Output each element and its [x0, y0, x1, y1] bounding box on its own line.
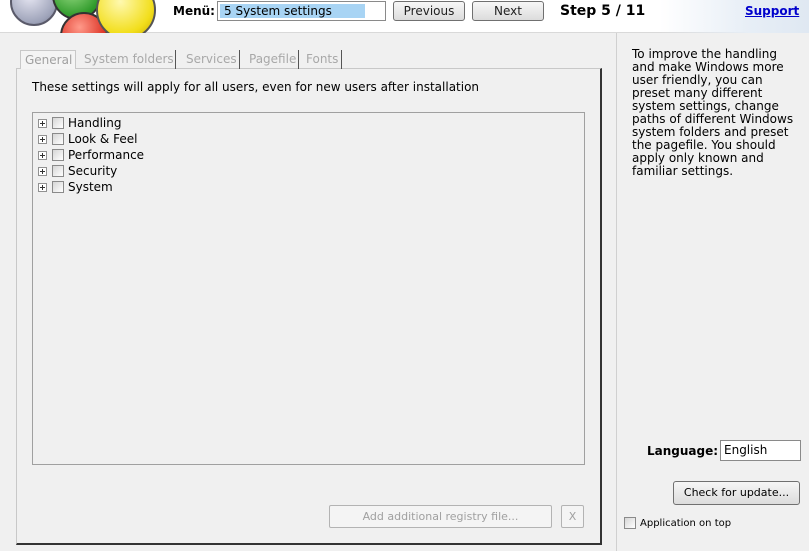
tree-item-handling[interactable]: Handling [38, 115, 122, 131]
tree-item-security[interactable]: Security [38, 163, 117, 179]
language-label: Language: [647, 444, 719, 458]
tree-checkbox[interactable] [52, 133, 64, 145]
remove-registry-button[interactable]: X [561, 505, 584, 528]
help-text: To improve the handling and make Windows… [632, 47, 794, 178]
tab-general[interactable]: General [20, 50, 76, 69]
tree-checkbox[interactable] [52, 117, 64, 129]
application-on-top-option[interactable]: Application on top [624, 517, 731, 529]
menu-selected-value: 5 System settings [220, 4, 365, 18]
tab-system-folders[interactable]: System folders [80, 50, 176, 69]
menu-dropdown[interactable]: 5 System settings [217, 1, 386, 21]
expand-icon[interactable] [38, 118, 47, 128]
app-logo [0, 0, 165, 33]
support-link[interactable]: Support [745, 4, 799, 18]
tab-pagefile[interactable]: Pagefile [245, 50, 299, 69]
tree-item-label: Handling [68, 116, 122, 130]
tree-checkbox[interactable] [52, 181, 64, 193]
next-button[interactable]: Next [472, 1, 544, 21]
check-for-update-button[interactable]: Check for update... [673, 481, 800, 505]
tree-item-label: Performance [68, 148, 145, 162]
sidebar-divider [616, 33, 617, 551]
tab-services[interactable]: Services [182, 50, 240, 69]
expand-icon[interactable] [38, 166, 47, 176]
ontop-checkbox[interactable] [624, 517, 636, 529]
settings-tree[interactable]: Handling Look & Feel Performance Securit… [32, 112, 585, 465]
tree-item-system[interactable]: System [38, 179, 113, 195]
expand-icon[interactable] [38, 150, 47, 160]
logo-ball-gray [10, 0, 58, 26]
step-indicator: Step 5 / 11 [560, 3, 646, 19]
add-registry-file-button[interactable]: Add additional registry file... [329, 505, 552, 528]
tree-item-performance[interactable]: Performance [38, 147, 144, 163]
tree-item-label: System [68, 180, 113, 194]
tab-fonts[interactable]: Fonts [302, 50, 342, 69]
expand-icon[interactable] [38, 134, 47, 144]
tree-item-look-and-feel[interactable]: Look & Feel [38, 131, 137, 147]
previous-button[interactable]: Previous [393, 1, 465, 21]
tree-checkbox[interactable] [52, 165, 64, 177]
expand-icon[interactable] [38, 182, 47, 192]
menu-label: Menü: [173, 4, 215, 18]
language-dropdown[interactable]: English [720, 440, 801, 461]
tree-item-label: Security [68, 164, 118, 178]
tree-checkbox[interactable] [52, 149, 64, 161]
tree-item-label: Look & Feel [68, 132, 138, 146]
header-bar: Menü: 5 System settings Previous Next St… [0, 0, 809, 33]
ontop-label: Application on top [640, 517, 732, 529]
logo-ball-yellow [96, 0, 156, 33]
intro-text: These settings will apply for all users,… [32, 80, 480, 94]
